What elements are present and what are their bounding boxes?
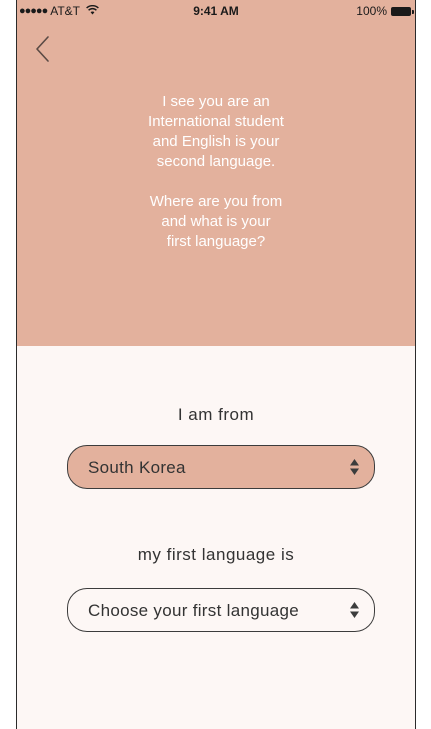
- intro-line: second language.: [156, 153, 276, 170]
- back-button[interactable]: [33, 34, 55, 64]
- intro-line: I see you are an: [162, 93, 270, 110]
- chevron-left-icon: [36, 36, 49, 62]
- question-line: and what is your: [161, 213, 271, 230]
- phone-screen: ●●●●● AT&T 9:41 AM 100% I see you are an…: [16, 0, 416, 729]
- intro-line: International student: [148, 113, 284, 130]
- battery-percent: 100%: [356, 4, 387, 18]
- question-line: first language?: [166, 233, 266, 250]
- country-select-value: South Korea: [88, 458, 186, 477]
- country-label: I am from: [177, 405, 255, 424]
- language-select[interactable]: Choose your first language: [67, 588, 375, 632]
- status-time: 9:41 AM: [193, 4, 239, 18]
- status-bar-right: 100%: [356, 4, 414, 18]
- country-select[interactable]: South Korea: [67, 445, 375, 489]
- status-bar: ●●●●● AT&T 9:41 AM 100%: [17, 0, 415, 22]
- language-select-placeholder: Choose your first language: [88, 601, 299, 620]
- intro-message: I see you are an International student a…: [17, 92, 415, 252]
- intro-line: and English is your: [152, 133, 280, 150]
- battery-icon: [391, 6, 414, 16]
- question-line: Where are you from: [149, 193, 283, 210]
- up-down-arrows-icon: [350, 602, 359, 618]
- up-down-arrows-icon: [350, 459, 359, 475]
- language-label: my first language is: [137, 545, 295, 564]
- intro-header: ●●●●● AT&T 9:41 AM 100% I see you are an…: [17, 0, 415, 346]
